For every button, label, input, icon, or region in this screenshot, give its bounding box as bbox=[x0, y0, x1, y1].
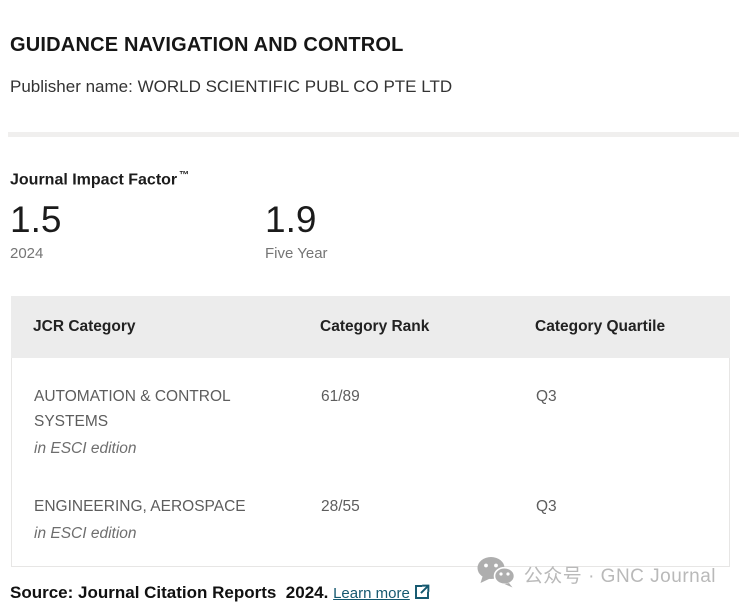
watermark-text: 公众号 · GNC Journal bbox=[524, 561, 716, 588]
jif-label-2024: 2024 bbox=[10, 245, 61, 262]
impact-factor-heading: Journal Impact Factor™ bbox=[10, 170, 189, 189]
open-in-new-icon[interactable] bbox=[413, 583, 431, 606]
wechat-icon bbox=[476, 556, 516, 593]
table-row: ENGINEERING, AEROSPACE in ESCI edition 2… bbox=[12, 461, 729, 566]
table-header-row: JCR Category Category Rank Category Quar… bbox=[11, 296, 730, 358]
category-cell: AUTOMATION & CONTROL SYSTEMS in ESCI edi… bbox=[12, 384, 299, 461]
column-header-category-quartile: Category Quartile bbox=[513, 318, 730, 336]
metric-current-year: 1.5 2024 bbox=[10, 198, 61, 262]
jif-value-2024: 1.5 bbox=[10, 198, 61, 242]
publisher-name: Publisher name: WORLD SCIENTIFIC PUBL CO… bbox=[10, 77, 452, 97]
jif-value-five-year: 1.9 bbox=[265, 198, 328, 242]
category-rank: 28/55 bbox=[299, 494, 514, 546]
category-quartile: Q3 bbox=[514, 494, 729, 546]
category-name: ENGINEERING, AEROSPACE bbox=[34, 494, 264, 519]
table-body: AUTOMATION & CONTROL SYSTEMS in ESCI edi… bbox=[11, 358, 730, 567]
category-cell: ENGINEERING, AEROSPACE in ESCI edition bbox=[12, 494, 299, 546]
table-row: AUTOMATION & CONTROL SYSTEMS in ESCI edi… bbox=[12, 358, 729, 461]
section-divider bbox=[8, 132, 739, 137]
metric-five-year: 1.9 Five Year bbox=[265, 198, 328, 262]
category-edition: in ESCI edition bbox=[34, 521, 299, 546]
column-header-jcr-category: JCR Category bbox=[11, 318, 298, 336]
jcr-category-table: JCR Category Category Rank Category Quar… bbox=[11, 296, 730, 567]
source-line: Source: Journal Citation Reports 2024. L… bbox=[10, 583, 431, 606]
category-name: AUTOMATION & CONTROL SYSTEMS bbox=[34, 384, 264, 434]
trademark-symbol: ™ bbox=[179, 170, 189, 181]
category-edition: in ESCI edition bbox=[34, 436, 299, 461]
journal-title: GUIDANCE NAVIGATION AND CONTROL bbox=[10, 34, 404, 57]
column-header-category-rank: Category Rank bbox=[298, 318, 513, 336]
jif-label-five-year: Five Year bbox=[265, 245, 328, 262]
learn-more-link[interactable]: Learn more bbox=[333, 585, 410, 602]
impact-factor-heading-text: Journal Impact Factor bbox=[10, 171, 177, 188]
jcr-impact-factor-widget: GUIDANCE NAVIGATION AND CONTROL Publishe… bbox=[0, 0, 739, 609]
source-text: Source: Journal Citation Reports 2024. bbox=[10, 583, 328, 602]
wechat-watermark: 公众号 · GNC Journal bbox=[476, 556, 716, 593]
category-quartile: Q3 bbox=[514, 384, 729, 461]
category-rank: 61/89 bbox=[299, 384, 514, 461]
